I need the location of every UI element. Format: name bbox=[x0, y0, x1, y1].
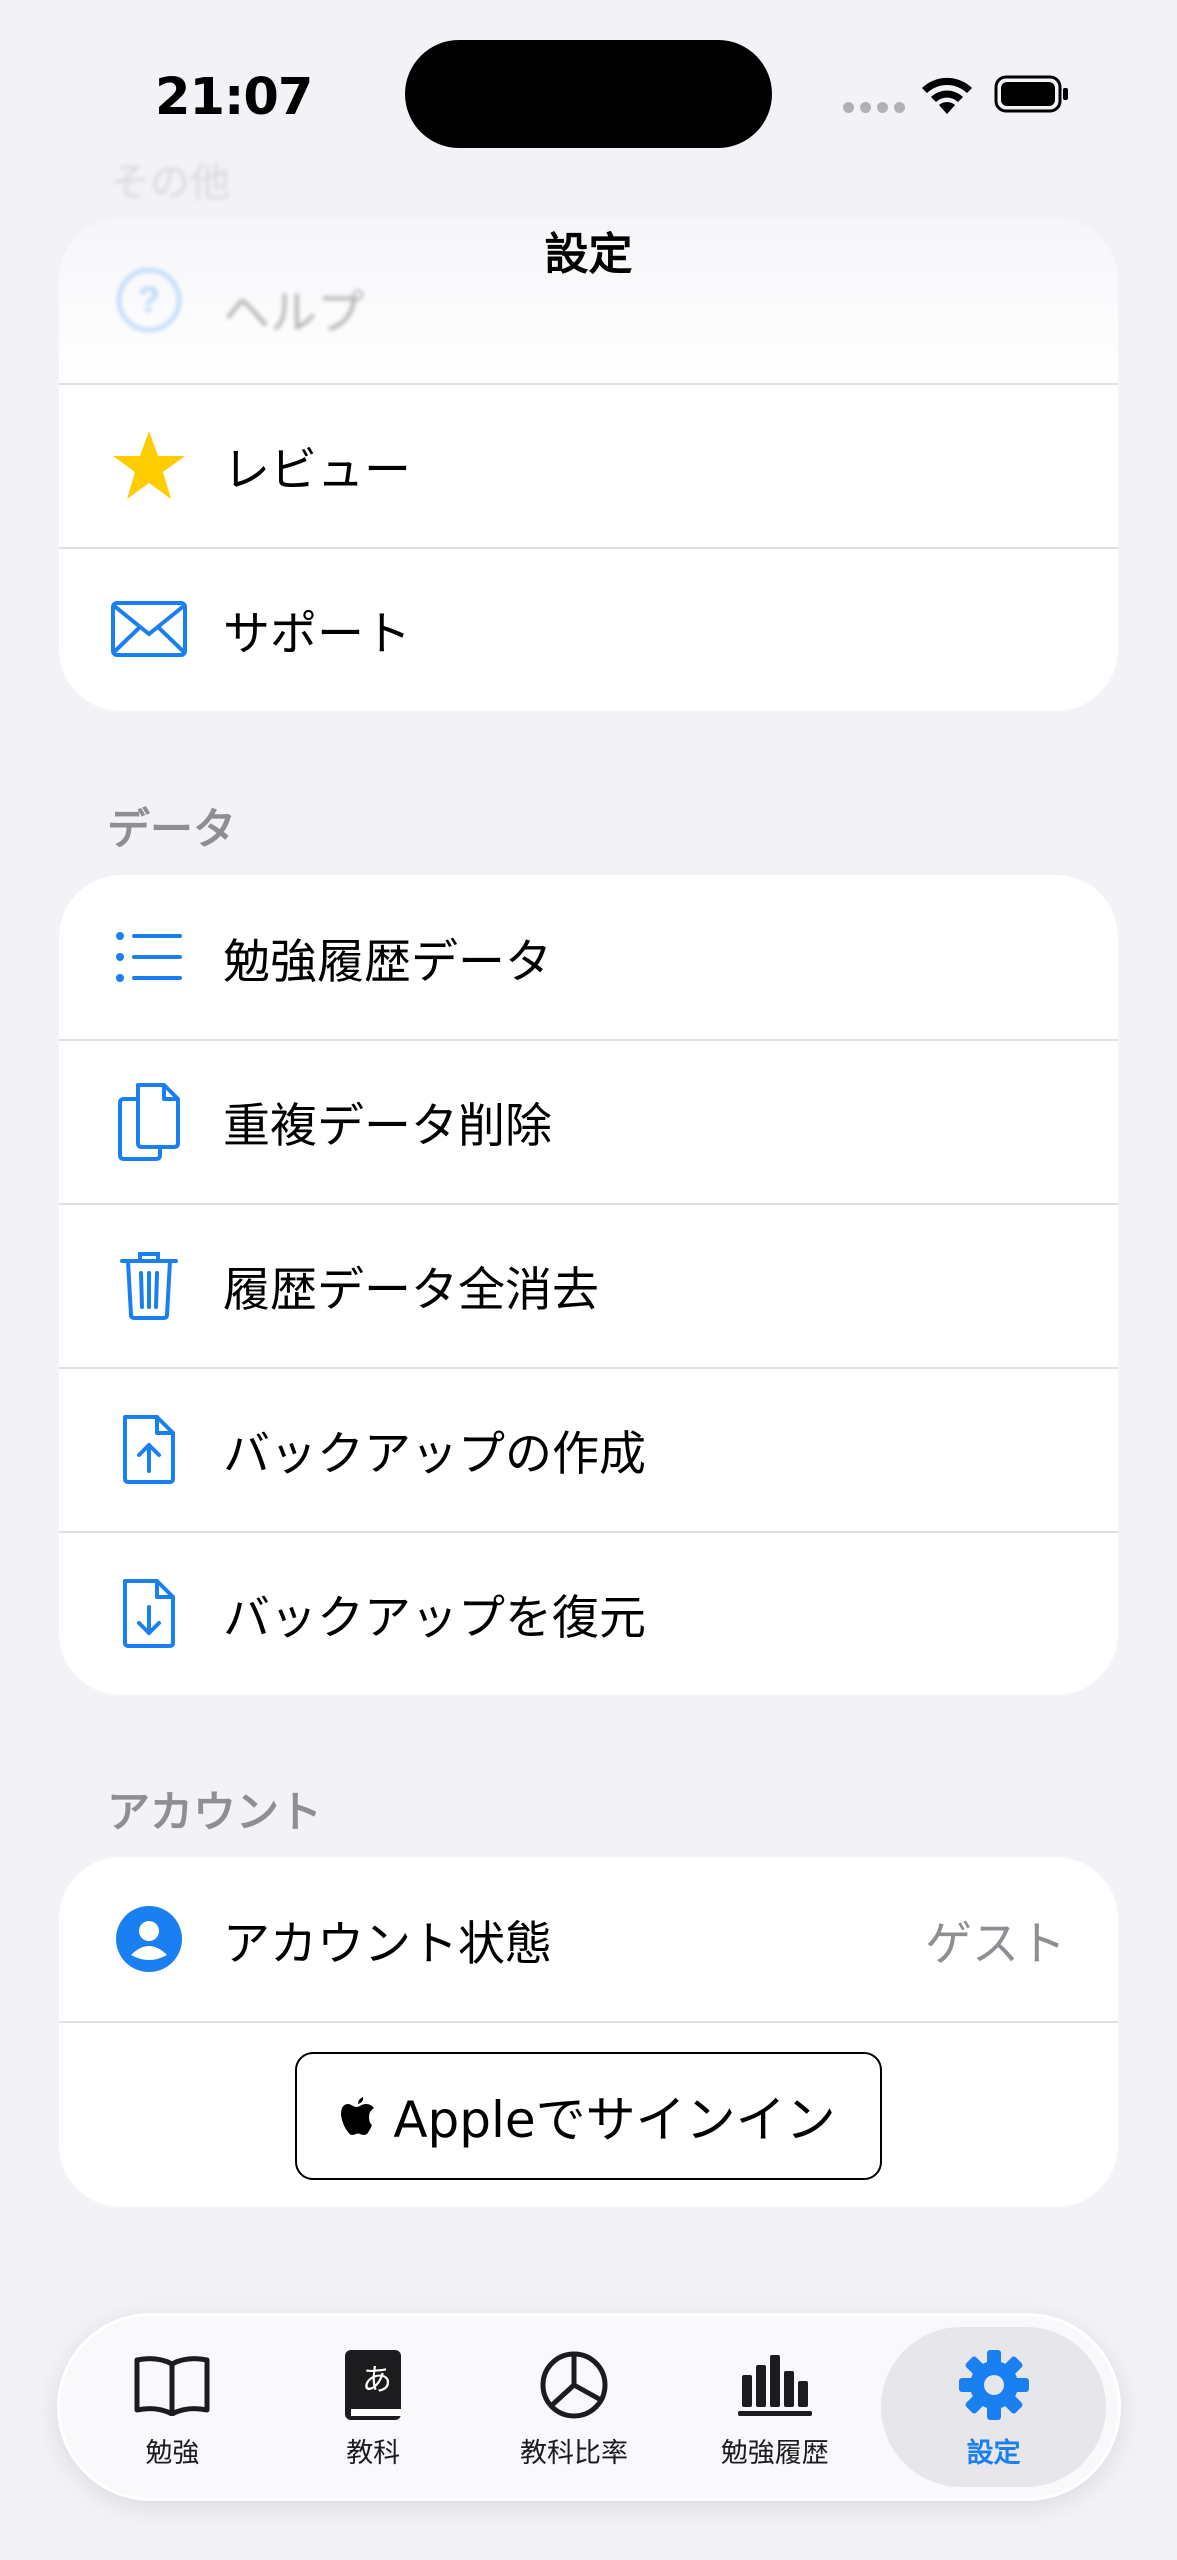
wifi-icon bbox=[922, 77, 972, 114]
data-settings-card: 勉強履歴データ 重複データ削除 履歴データ全消去 バックアップの作成 バックアッ… bbox=[59, 875, 1118, 1695]
tab-subject-ratio[interactable]: 教科比率 bbox=[474, 2327, 675, 2487]
tab-bar: 勉強 あ 教科 教科比率 勉強履歴 設定 bbox=[60, 2316, 1118, 2498]
doc-upload-icon bbox=[99, 1399, 199, 1499]
star-icon bbox=[99, 415, 199, 515]
delete-duplicates-row[interactable]: 重複データ削除 bbox=[59, 1039, 1118, 1203]
list-icon bbox=[99, 907, 199, 1007]
status-time: 21:07 bbox=[155, 68, 313, 127]
account-card: アカウント状態 ゲスト Appleでサインイン bbox=[59, 1857, 1118, 2207]
delete-duplicates-label: 重複データ削除 bbox=[223, 1098, 552, 1154]
restore-backup-label: バックアップを復元 bbox=[223, 1590, 646, 1646]
restore-backup-row[interactable]: バックアップを復元 bbox=[59, 1531, 1118, 1695]
gear-icon bbox=[954, 2345, 1034, 2425]
tab-subject-ratio-label: 教科比率 bbox=[519, 2437, 628, 2469]
tab-settings[interactable]: 設定 bbox=[881, 2327, 1106, 2487]
battery-icon bbox=[994, 75, 1068, 113]
help-label: ヘルプ bbox=[223, 286, 364, 341]
bar-chart-icon bbox=[735, 2345, 815, 2425]
person-circle-icon bbox=[99, 1889, 199, 1989]
tab-settings-label: 設定 bbox=[966, 2437, 1021, 2469]
signin-row: Appleでサインイン bbox=[59, 2021, 1118, 2207]
sign-in-with-apple-label: Appleでサインイン bbox=[393, 2091, 836, 2149]
page-title: 設定 bbox=[544, 229, 633, 280]
faded-section-title: その他 bbox=[110, 160, 230, 206]
dynamic-island bbox=[405, 40, 772, 148]
review-label: レビュー bbox=[223, 442, 411, 498]
account-status-value: ゲスト bbox=[925, 1916, 1066, 1972]
tab-subjects-label: 教科 bbox=[346, 2437, 401, 2469]
svg-text:あ: あ bbox=[362, 2363, 392, 2398]
review-row[interactable]: レビュー bbox=[59, 383, 1118, 547]
tab-study-history[interactable]: 勉強履歴 bbox=[674, 2327, 875, 2487]
svg-text:?: ? bbox=[138, 279, 160, 320]
trash-icon bbox=[99, 1235, 199, 1335]
dictionary-icon: あ bbox=[333, 2345, 413, 2425]
clear-history-row[interactable]: 履歴データ全消去 bbox=[59, 1203, 1118, 1367]
envelope-icon bbox=[99, 579, 199, 679]
book-icon bbox=[132, 2345, 212, 2425]
apple-logo-icon bbox=[341, 2097, 375, 2135]
study-history-label: 勉強履歴データ bbox=[223, 934, 552, 990]
account-status-row: アカウント状態 ゲスト bbox=[59, 1857, 1118, 2021]
support-label: サポート bbox=[223, 606, 411, 662]
account-status-label: アカウント状態 bbox=[223, 1916, 552, 1972]
create-backup-label: バックアップの作成 bbox=[223, 1426, 646, 1482]
tab-study-history-label: 勉強履歴 bbox=[720, 2437, 829, 2469]
create-backup-row[interactable]: バックアップの作成 bbox=[59, 1367, 1118, 1531]
other-settings-card: ? ヘルプ レビュー サポート bbox=[59, 218, 1118, 711]
tab-study-label: 勉強 bbox=[145, 2437, 200, 2469]
sign-in-with-apple-button[interactable]: Appleでサインイン bbox=[295, 2052, 882, 2180]
data-section-title: データ bbox=[107, 805, 236, 855]
pie-chart-icon bbox=[534, 2345, 614, 2425]
tab-study[interactable]: 勉強 bbox=[72, 2327, 273, 2487]
doc-download-icon bbox=[99, 1563, 199, 1663]
tab-subjects[interactable]: あ 教科 bbox=[273, 2327, 474, 2487]
account-section-title: アカウント bbox=[107, 1788, 322, 1838]
cellular-signal-icon bbox=[843, 102, 905, 113]
clear-history-label: 履歴データ全消去 bbox=[223, 1262, 599, 1318]
duplicate-doc-icon bbox=[99, 1071, 199, 1171]
support-row[interactable]: サポート bbox=[59, 547, 1118, 711]
study-history-row[interactable]: 勉強履歴データ bbox=[59, 875, 1118, 1039]
